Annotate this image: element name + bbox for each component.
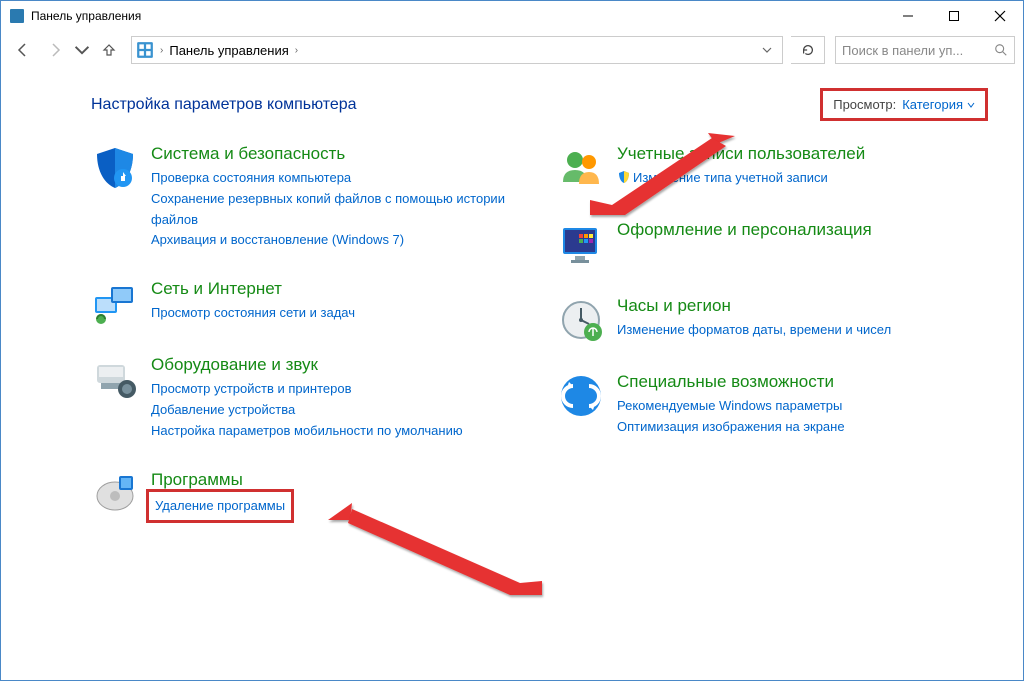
titlebar: Панель управления: [1, 1, 1023, 31]
right-column: Учетные записи пользователей Изменение ти…: [557, 144, 983, 546]
close-button[interactable]: [977, 1, 1023, 31]
users-icon: [557, 144, 605, 192]
navbar: › Панель управления › Поиск в панели уп.…: [1, 31, 1023, 69]
category-body: Оформление и персонализация: [617, 220, 872, 268]
category-body: Специальные возможности Рекомендуемые Win…: [617, 372, 845, 438]
category-body: Оборудование и звук Просмотр устройств и …: [151, 355, 463, 441]
search-input[interactable]: Поиск в панели уп...: [835, 36, 1015, 64]
up-button[interactable]: [95, 36, 123, 64]
back-button[interactable]: [9, 36, 37, 64]
category-title[interactable]: Сеть и Интернет: [151, 279, 355, 299]
refresh-button[interactable]: [791, 36, 825, 64]
recent-dropdown[interactable]: [73, 36, 91, 64]
uac-shield-icon: [617, 170, 631, 184]
category-link[interactable]: Удаление программы: [155, 496, 285, 517]
category-title[interactable]: Учетные записи пользователей: [617, 144, 865, 164]
category-right-0: Учетные записи пользователей Изменение ти…: [557, 144, 983, 192]
forward-button[interactable]: [41, 36, 69, 64]
category-body: Система и безопасность Проверка состояния…: [151, 144, 517, 251]
category-link[interactable]: Просмотр состояния сети и задач: [151, 303, 355, 324]
window-buttons: [885, 1, 1023, 31]
window: Панель управления › Панель управления › …: [0, 0, 1024, 681]
view-selector[interactable]: Просмотр: Категория: [825, 93, 983, 116]
category-body: Сеть и Интернет Просмотр состояния сети и…: [151, 279, 355, 327]
breadcrumb-root[interactable]: Панель управления: [165, 43, 292, 58]
view-label: Просмотр:: [833, 97, 896, 112]
control-panel-icon: [136, 41, 154, 59]
category-left-0: Система и безопасность Проверка состояния…: [91, 144, 517, 251]
category-title[interactable]: Программы: [151, 470, 289, 490]
network-icon: [91, 279, 139, 327]
category-link[interactable]: Рекомендуемые Windows параметры: [617, 396, 845, 417]
window-title: Панель управления: [31, 9, 885, 23]
category-left-2: Оборудование и звук Просмотр устройств и …: [91, 355, 517, 441]
clock-icon: [557, 296, 605, 344]
control-panel-icon: [9, 8, 25, 24]
category-title[interactable]: Часы и регион: [617, 296, 891, 316]
category-right-1: Оформление и персонализация: [557, 220, 983, 268]
chevron-right-icon: ›: [158, 45, 165, 56]
category-title[interactable]: Оформление и персонализация: [617, 220, 872, 240]
category-right-2: Часы и регион Изменение форматов даты, вр…: [557, 296, 983, 344]
left-column: Система и безопасность Проверка состояния…: [91, 144, 517, 546]
category-link[interactable]: Изменение типа учетной записи: [617, 168, 865, 189]
category-link[interactable]: Сохранение резервных копий файлов с помо…: [151, 189, 517, 231]
maximize-button[interactable]: [931, 1, 977, 31]
header-row: Настройка параметров компьютера Просмотр…: [91, 93, 983, 116]
category-right-3: Специальные возможности Рекомендуемые Win…: [557, 372, 983, 438]
view-value[interactable]: Категория: [902, 97, 975, 112]
category-left-1: Сеть и Интернет Просмотр состояния сети и…: [91, 279, 517, 327]
category-body: Часы и регион Изменение форматов даты, вр…: [617, 296, 891, 344]
category-left-3: Программы Удаление программы: [91, 470, 517, 519]
category-body: Программы Удаление программы: [151, 470, 289, 519]
category-title[interactable]: Оборудование и звук: [151, 355, 463, 375]
address-bar[interactable]: › Панель управления ›: [131, 36, 783, 64]
accessibility-icon: [557, 372, 605, 420]
category-link[interactable]: Изменение форматов даты, времени и чисел: [617, 320, 891, 341]
minimize-button[interactable]: [885, 1, 931, 31]
category-link[interactable]: Добавление устройства: [151, 400, 463, 421]
programs-icon: [91, 470, 139, 518]
hardware-icon: [91, 355, 139, 403]
personalization-icon: [557, 220, 605, 268]
category-body: Учетные записи пользователей Изменение ти…: [617, 144, 865, 192]
category-link[interactable]: Оптимизация изображения на экране: [617, 417, 845, 438]
address-dropdown[interactable]: [756, 45, 778, 55]
chevron-right-icon: ›: [293, 45, 300, 56]
category-title[interactable]: Система и безопасность: [151, 144, 517, 164]
chevron-down-icon: [967, 101, 975, 109]
search-placeholder: Поиск в панели уп...: [842, 43, 994, 58]
shield-icon: [91, 144, 139, 192]
search-icon: [994, 43, 1008, 57]
category-columns: Система и безопасность Проверка состояния…: [91, 144, 983, 546]
page-heading: Настройка параметров компьютера: [91, 96, 357, 114]
category-link[interactable]: Просмотр устройств и принтеров: [151, 379, 463, 400]
category-link[interactable]: Настройка параметров мобильности по умол…: [151, 421, 463, 442]
content: Настройка параметров компьютера Просмотр…: [1, 69, 1023, 680]
category-title[interactable]: Специальные возможности: [617, 372, 845, 392]
category-link[interactable]: Архивация и восстановление (Windows 7): [151, 230, 517, 251]
category-link[interactable]: Проверка состояния компьютера: [151, 168, 517, 189]
